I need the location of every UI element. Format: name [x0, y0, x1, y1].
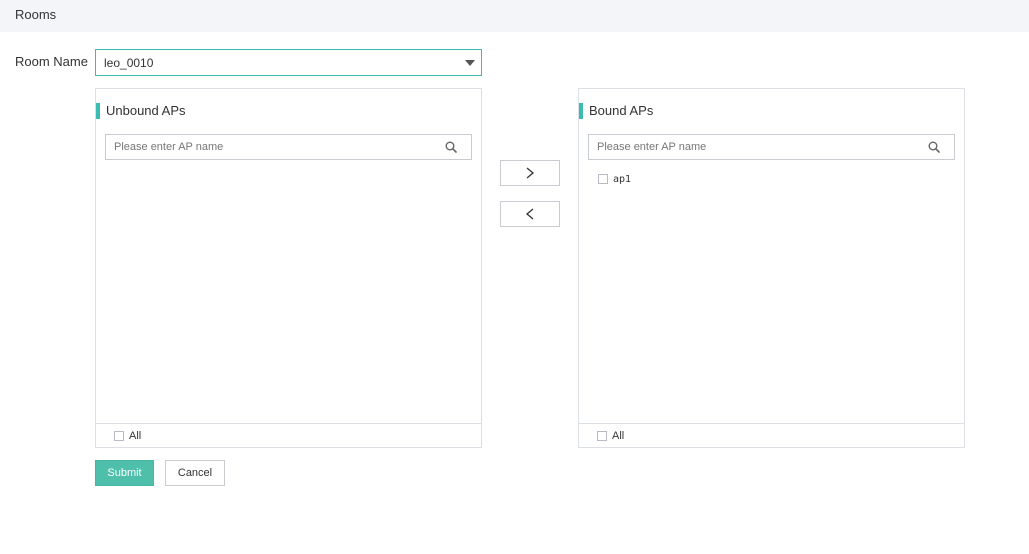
- caret-down-icon: [465, 60, 475, 66]
- list-item-checkbox[interactable]: [598, 174, 608, 184]
- submit-button[interactable]: Submit: [95, 460, 154, 486]
- bound-search-input[interactable]: [589, 135, 919, 159]
- bound-select-all-label: All: [612, 430, 625, 442]
- bound-aps-panel: Bound APs ap1 All: [578, 88, 965, 448]
- page: Rooms Room Name leo_0010 Unbound APs All: [0, 0, 1029, 554]
- list-item[interactable]: ap1: [598, 172, 631, 186]
- bound-select-all-checkbox[interactable]: [597, 431, 607, 441]
- list-item-label: ap1: [613, 173, 632, 185]
- unbound-select-all-label: All: [129, 430, 142, 442]
- bound-search-box: [588, 134, 955, 160]
- chevron-left-icon: [525, 208, 534, 220]
- room-name-select[interactable]: leo_0010: [95, 49, 482, 76]
- bound-select-all[interactable]: All: [597, 430, 624, 442]
- unbound-search-input[interactable]: [106, 135, 436, 159]
- bound-panel-footer: All: [579, 423, 964, 447]
- bound-aps-title: Bound APs: [579, 103, 653, 119]
- page-title: Rooms: [15, 7, 57, 22]
- unbound-search-box: [105, 134, 472, 160]
- bound-aps-list: ap1: [579, 169, 964, 419]
- room-name-label: Room Name: [15, 54, 88, 69]
- unbound-aps-panel: Unbound APs All: [95, 88, 482, 448]
- unbound-select-all[interactable]: All: [114, 430, 141, 442]
- search-icon[interactable]: [928, 141, 940, 153]
- unbound-select-all-checkbox[interactable]: [114, 431, 124, 441]
- unbound-aps-list: [96, 169, 481, 419]
- unbound-panel-footer: All: [96, 423, 481, 447]
- room-name-value: leo_0010: [104, 56, 154, 70]
- unbound-aps-title: Unbound APs: [96, 103, 186, 119]
- move-to-unbound-button[interactable]: [500, 201, 560, 227]
- search-icon[interactable]: [445, 141, 457, 153]
- page-header: Rooms: [0, 0, 1029, 32]
- move-to-bound-button[interactable]: [500, 160, 560, 186]
- cancel-button[interactable]: Cancel: [165, 460, 225, 486]
- chevron-right-icon: [526, 167, 535, 179]
